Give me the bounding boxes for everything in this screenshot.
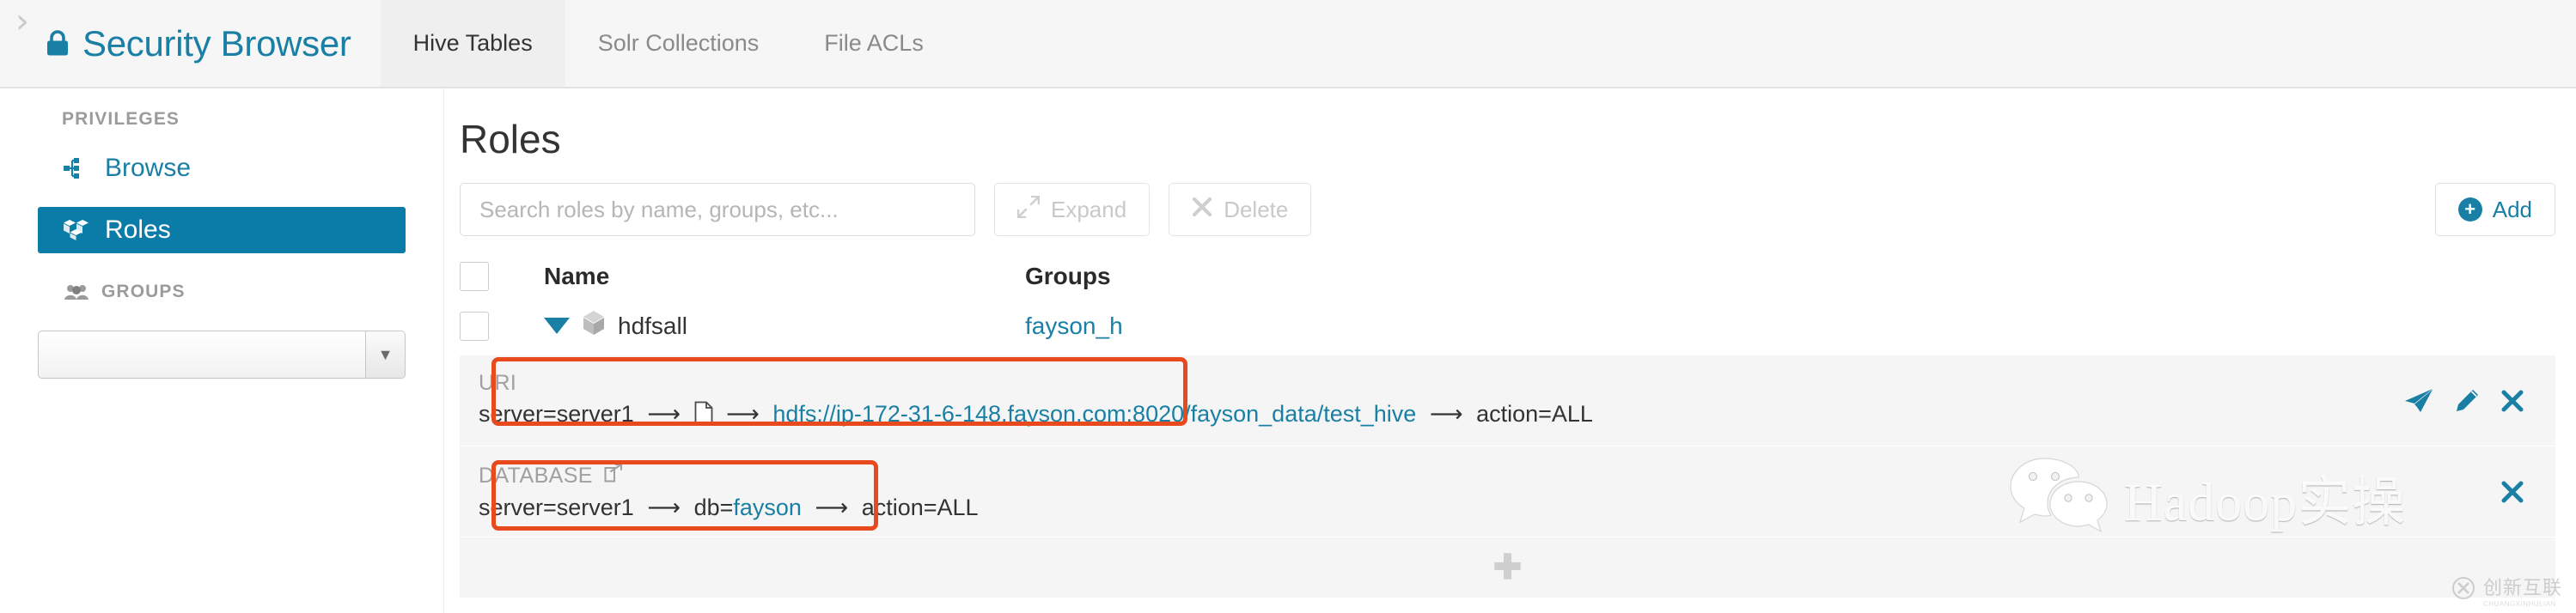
privilege-uri-actions — [2404, 388, 2555, 414]
role-name-cell: hdfsall — [544, 310, 1025, 342]
tab-hive-tables-label: Hive Tables — [412, 30, 533, 56]
privilege-database-expression: server=server1 ⟶ db=fayson ⟶ action=ALL — [479, 495, 979, 521]
add-role-button[interactable]: + Add — [2434, 183, 2555, 236]
uri-server-token: server=server1 — [479, 401, 634, 427]
select-all-cell — [460, 262, 544, 291]
caret-down-icon[interactable]: ▼ — [365, 331, 405, 378]
delete-button-label: Delete — [1224, 196, 1289, 222]
sidebar-item-roles[interactable]: Roles — [38, 207, 406, 253]
top-navigation-bar: › Security Browser Hive Tables Solr Coll… — [0, 0, 2576, 88]
plus-icon: ✚ — [1492, 549, 1523, 586]
cubes-icon — [62, 217, 91, 243]
column-header-groups: Groups — [1025, 263, 1111, 289]
role-name-label: hdfsall — [618, 312, 687, 339]
arrow-icon: ⟶ — [1429, 401, 1463, 428]
expand-button[interactable]: Expand — [994, 183, 1151, 236]
search-input[interactable]: Search roles by name, groups, etc... — [460, 183, 975, 236]
page-title: Roles — [460, 117, 561, 161]
times-icon[interactable] — [2500, 389, 2524, 413]
privilege-kind-uri: URI — [479, 371, 1593, 396]
select-all-checkbox[interactable] — [460, 262, 489, 291]
tab-file-acls[interactable]: File ACLs — [791, 0, 956, 87]
db-name-link[interactable]: fayson — [733, 495, 802, 520]
primary-tabs: Hive Tables Solr Collections File ACLs — [380, 0, 956, 87]
uri-action-token: action=ALL — [1476, 401, 1593, 427]
chevron-right-icon: › — [15, 2, 29, 41]
privilege-database-actions — [2500, 480, 2555, 504]
privilege-kind-uri-label: URI — [479, 371, 517, 395]
sidebar-item-browse[interactable]: Browse — [38, 145, 406, 191]
row-checkbox[interactable] — [460, 311, 489, 341]
sidebar-toggle-button[interactable]: › — [0, 0, 45, 87]
pencil-icon[interactable] — [2454, 388, 2480, 414]
privilege-database-content: DATABASE server=server1 ⟶ db=fayson ⟶ ac… — [461, 451, 994, 533]
db-prefix-token: db= — [693, 494, 734, 520]
cube-icon — [582, 310, 606, 342]
tab-file-acls-label: File ACLs — [824, 30, 924, 56]
table-row[interactable]: hdfsall fayson_h — [460, 310, 2555, 342]
security-browser-app: › Security Browser Hive Tables Solr Coll… — [0, 0, 2576, 613]
roles-table: Name Groups hdfsall fayson_h URI server=… — [460, 262, 2576, 598]
sidebar-heading-privileges: PRIVILEGES — [62, 109, 180, 129]
app-title: Security Browser — [82, 22, 351, 64]
group-link[interactable]: fayson_h — [1025, 313, 1123, 339]
sidebar-heading-groups-label: GROUPS — [101, 282, 186, 301]
privilege-kind-database-label: DATABASE — [479, 463, 593, 488]
times-icon — [1192, 197, 1212, 223]
add-privilege-row[interactable]: ✚ — [460, 537, 2555, 598]
roles-toolbar: Search roles by name, groups, etc... Exp… — [460, 183, 2576, 236]
privilege-row-uri[interactable]: URI server=server1 ⟶ ⟶ hdfs://ip-172-31-… — [460, 355, 2555, 446]
times-icon[interactable] — [2500, 480, 2524, 504]
expand-arrows-icon — [1016, 195, 1041, 224]
table-header-row: Name Groups — [460, 262, 2555, 310]
users-icon — [62, 279, 91, 305]
tab-solr-collections-label: Solr Collections — [597, 30, 760, 56]
arrow-icon: ⟶ — [726, 401, 760, 428]
groups-select-value — [39, 331, 365, 378]
arrow-icon: ⟶ — [647, 401, 681, 428]
left-sidebar: PRIVILEGES Browse Roles GROUPS ▼ — [0, 88, 444, 613]
privilege-list: URI server=server1 ⟶ ⟶ hdfs://ip-172-31-… — [460, 355, 2555, 598]
privilege-kind-database: DATABASE — [479, 463, 979, 489]
main-content: Roles Search roles by name, groups, etc.… — [444, 88, 2576, 613]
db-server-token: server=server1 — [479, 494, 634, 520]
role-groups-cell: fayson_h — [1025, 313, 2555, 340]
file-icon — [694, 401, 713, 430]
lock-icon — [45, 29, 70, 58]
search-input-placeholder: Search roles by name, groups, etc... — [479, 196, 839, 222]
privilege-uri-expression: server=server1 ⟶ ⟶ hdfs://ip-172-31-6-14… — [479, 401, 1593, 430]
row-select-cell — [460, 311, 544, 341]
privilege-uri-content: URI server=server1 ⟶ ⟶ hdfs://ip-172-31-… — [461, 359, 1608, 442]
column-header-name: Name — [544, 263, 610, 289]
arrow-icon: ⟶ — [815, 494, 849, 521]
db-action-token: action=ALL — [861, 494, 979, 520]
sidebar-item-roles-label: Roles — [105, 215, 171, 244]
tab-hive-tables[interactable]: Hive Tables — [380, 0, 565, 87]
tab-solr-collections[interactable]: Solr Collections — [565, 0, 792, 87]
external-link-icon[interactable] — [603, 463, 624, 489]
paper-plane-icon[interactable] — [2404, 388, 2433, 414]
expand-button-label: Expand — [1051, 196, 1127, 222]
uri-path-link[interactable]: hdfs://ip-172-31-6-148.fayson.com:8020/f… — [772, 401, 1416, 427]
privilege-row-database[interactable]: DATABASE server=server1 ⟶ db=fayson ⟶ ac… — [460, 446, 2555, 537]
sitemap-icon — [62, 155, 91, 181]
plus-circle-icon: + — [2457, 197, 2482, 222]
groups-select[interactable]: ▼ — [38, 331, 406, 379]
add-role-button-label: Add — [2492, 196, 2532, 222]
delete-button[interactable]: Delete — [1169, 183, 1312, 236]
caret-down-icon[interactable] — [544, 318, 570, 334]
app-brand[interactable]: Security Browser — [45, 0, 381, 87]
arrow-icon: ⟶ — [647, 494, 681, 521]
sidebar-item-browse-label: Browse — [105, 154, 192, 182]
sidebar-heading-groups: GROUPS — [0, 253, 443, 305]
